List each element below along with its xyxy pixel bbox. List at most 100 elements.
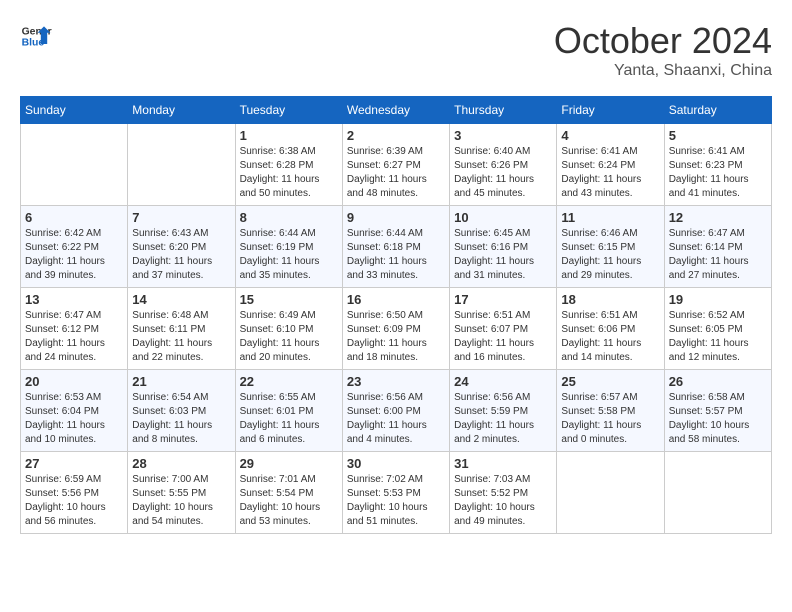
day-info: Sunrise: 6:57 AM Sunset: 5:58 PM Dayligh… bbox=[561, 391, 659, 447]
day-info: Sunrise: 6:47 AM Sunset: 6:14 PM Dayligh… bbox=[669, 227, 767, 283]
day-info: Sunrise: 6:51 AM Sunset: 6:06 PM Dayligh… bbox=[561, 309, 659, 365]
day-info: Sunrise: 7:03 AM Sunset: 5:52 PM Dayligh… bbox=[454, 473, 552, 529]
day-number: 15 bbox=[240, 292, 338, 307]
calendar-cell: 11 Sunrise: 6:46 AM Sunset: 6:15 PM Dayli… bbox=[557, 206, 664, 288]
day-info: Sunrise: 6:50 AM Sunset: 6:09 PM Dayligh… bbox=[347, 309, 445, 365]
day-number: 4 bbox=[561, 128, 659, 143]
day-info: Sunrise: 6:45 AM Sunset: 6:16 PM Dayligh… bbox=[454, 227, 552, 283]
day-of-week-header: Monday bbox=[128, 97, 235, 124]
day-number: 27 bbox=[25, 456, 123, 471]
day-number: 28 bbox=[132, 456, 230, 471]
day-number: 22 bbox=[240, 374, 338, 389]
calendar-week-row: 27 Sunrise: 6:59 AM Sunset: 5:56 PM Dayli… bbox=[21, 452, 772, 534]
calendar-cell: 15 Sunrise: 6:49 AM Sunset: 6:10 PM Dayli… bbox=[235, 288, 342, 370]
day-info: Sunrise: 6:51 AM Sunset: 6:07 PM Dayligh… bbox=[454, 309, 552, 365]
calendar-cell: 24 Sunrise: 6:56 AM Sunset: 5:59 PM Dayli… bbox=[450, 370, 557, 452]
day-info: Sunrise: 6:59 AM Sunset: 5:56 PM Dayligh… bbox=[25, 473, 123, 529]
day-number: 20 bbox=[25, 374, 123, 389]
calendar-cell: 7 Sunrise: 6:43 AM Sunset: 6:20 PM Daylig… bbox=[128, 206, 235, 288]
calendar-cell: 22 Sunrise: 6:55 AM Sunset: 6:01 PM Dayli… bbox=[235, 370, 342, 452]
day-number: 18 bbox=[561, 292, 659, 307]
calendar-cell: 13 Sunrise: 6:47 AM Sunset: 6:12 PM Dayli… bbox=[21, 288, 128, 370]
day-info: Sunrise: 6:48 AM Sunset: 6:11 PM Dayligh… bbox=[132, 309, 230, 365]
day-number: 7 bbox=[132, 210, 230, 225]
calendar-cell: 2Sunrise: 6:39 AM Sunset: 6:27 PM Daylig… bbox=[342, 124, 449, 206]
calendar-header-row: SundayMondayTuesdayWednesdayThursdayFrid… bbox=[21, 97, 772, 124]
day-info: Sunrise: 7:01 AM Sunset: 5:54 PM Dayligh… bbox=[240, 473, 338, 529]
day-number: 23 bbox=[347, 374, 445, 389]
day-number: 1 bbox=[240, 128, 338, 143]
day-info: Sunrise: 6:44 AM Sunset: 6:19 PM Dayligh… bbox=[240, 227, 338, 283]
calendar-cell: 16 Sunrise: 6:50 AM Sunset: 6:09 PM Dayli… bbox=[342, 288, 449, 370]
calendar-cell: 30 Sunrise: 7:02 AM Sunset: 5:53 PM Dayli… bbox=[342, 452, 449, 534]
day-number: 6 bbox=[25, 210, 123, 225]
calendar-cell: 23 Sunrise: 6:56 AM Sunset: 6:00 PM Dayli… bbox=[342, 370, 449, 452]
day-number: 21 bbox=[132, 374, 230, 389]
day-info: Sunrise: 6:58 AM Sunset: 5:57 PM Dayligh… bbox=[669, 391, 767, 447]
calendar-cell bbox=[664, 452, 771, 534]
title-section: October 2024 Yanta, Shaanxi, China bbox=[554, 20, 772, 80]
calendar-cell: 27 Sunrise: 6:59 AM Sunset: 5:56 PM Dayli… bbox=[21, 452, 128, 534]
day-number: 2 bbox=[347, 128, 445, 143]
calendar-cell: 9 Sunrise: 6:44 AM Sunset: 6:18 PM Daylig… bbox=[342, 206, 449, 288]
day-info: Sunrise: 6:41 AM Sunset: 6:24 PM Dayligh… bbox=[561, 145, 659, 201]
day-info: Sunrise: 7:02 AM Sunset: 5:53 PM Dayligh… bbox=[347, 473, 445, 529]
calendar-table: SundayMondayTuesdayWednesdayThursdayFrid… bbox=[20, 96, 772, 534]
day-info: Sunrise: 6:38 AM Sunset: 6:28 PM Dayligh… bbox=[240, 145, 338, 201]
day-of-week-header: Tuesday bbox=[235, 97, 342, 124]
day-info: Sunrise: 6:56 AM Sunset: 6:00 PM Dayligh… bbox=[347, 391, 445, 447]
day-number: 9 bbox=[347, 210, 445, 225]
calendar-cell: 29 Sunrise: 7:01 AM Sunset: 5:54 PM Dayli… bbox=[235, 452, 342, 534]
calendar-week-row: 1 Sunrise: 6:38 AM Sunset: 6:28 PM Daylig… bbox=[21, 124, 772, 206]
calendar-cell: 3 Sunrise: 6:40 AM Sunset: 6:26 PM Daylig… bbox=[450, 124, 557, 206]
calendar-cell: 20 Sunrise: 6:53 AM Sunset: 6:04 PM Dayli… bbox=[21, 370, 128, 452]
calendar-cell: 6 Sunrise: 6:42 AM Sunset: 6:22 PM Daylig… bbox=[21, 206, 128, 288]
day-number: 25 bbox=[561, 374, 659, 389]
day-of-week-header: Wednesday bbox=[342, 97, 449, 124]
day-number: 29 bbox=[240, 456, 338, 471]
day-info: Sunrise: 6:53 AM Sunset: 6:04 PM Dayligh… bbox=[25, 391, 123, 447]
day-info: Sunrise: 6:43 AM Sunset: 6:20 PM Dayligh… bbox=[132, 227, 230, 283]
calendar-cell: 26 Sunrise: 6:58 AM Sunset: 5:57 PM Dayli… bbox=[664, 370, 771, 452]
calendar-cell bbox=[21, 124, 128, 206]
day-number: 19 bbox=[669, 292, 767, 307]
day-number: 11 bbox=[561, 210, 659, 225]
calendar-cell: 19Sunrise: 6:52 AM Sunset: 6:05 PM Dayli… bbox=[664, 288, 771, 370]
logo: General Blue bbox=[20, 20, 52, 52]
day-info: Sunrise: 6:47 AM Sunset: 6:12 PM Dayligh… bbox=[25, 309, 123, 365]
calendar-cell: 14 Sunrise: 6:48 AM Sunset: 6:11 PM Dayli… bbox=[128, 288, 235, 370]
calendar-cell: 18 Sunrise: 6:51 AM Sunset: 6:06 PM Dayli… bbox=[557, 288, 664, 370]
day-info: Sunrise: 6:55 AM Sunset: 6:01 PM Dayligh… bbox=[240, 391, 338, 447]
day-info: Sunrise: 6:44 AM Sunset: 6:18 PM Dayligh… bbox=[347, 227, 445, 283]
location-subtitle: Yanta, Shaanxi, China bbox=[554, 62, 772, 80]
day-number: 24 bbox=[454, 374, 552, 389]
calendar-cell: 8Sunrise: 6:44 AM Sunset: 6:19 PM Daylig… bbox=[235, 206, 342, 288]
day-number: 17 bbox=[454, 292, 552, 307]
calendar-cell: 5Sunrise: 6:41 AM Sunset: 6:23 PM Daylig… bbox=[664, 124, 771, 206]
calendar-cell: 10Sunrise: 6:45 AM Sunset: 6:16 PM Dayli… bbox=[450, 206, 557, 288]
day-number: 13 bbox=[25, 292, 123, 307]
day-info: Sunrise: 6:49 AM Sunset: 6:10 PM Dayligh… bbox=[240, 309, 338, 365]
day-number: 16 bbox=[347, 292, 445, 307]
day-number: 14 bbox=[132, 292, 230, 307]
day-info: Sunrise: 7:00 AM Sunset: 5:55 PM Dayligh… bbox=[132, 473, 230, 529]
page-header: General Blue October 2024 Yanta, Shaanxi… bbox=[20, 20, 772, 80]
day-number: 30 bbox=[347, 456, 445, 471]
day-info: Sunrise: 6:46 AM Sunset: 6:15 PM Dayligh… bbox=[561, 227, 659, 283]
day-number: 3 bbox=[454, 128, 552, 143]
calendar-cell: 21 Sunrise: 6:54 AM Sunset: 6:03 PM Dayli… bbox=[128, 370, 235, 452]
day-info: Sunrise: 6:42 AM Sunset: 6:22 PM Dayligh… bbox=[25, 227, 123, 283]
calendar-cell bbox=[557, 452, 664, 534]
day-info: Sunrise: 6:54 AM Sunset: 6:03 PM Dayligh… bbox=[132, 391, 230, 447]
day-number: 26 bbox=[669, 374, 767, 389]
day-info: Sunrise: 6:40 AM Sunset: 6:26 PM Dayligh… bbox=[454, 145, 552, 201]
calendar-week-row: 13 Sunrise: 6:47 AM Sunset: 6:12 PM Dayli… bbox=[21, 288, 772, 370]
day-info: Sunrise: 6:56 AM Sunset: 5:59 PM Dayligh… bbox=[454, 391, 552, 447]
calendar-cell: 28 Sunrise: 7:00 AM Sunset: 5:55 PM Dayli… bbox=[128, 452, 235, 534]
calendar-cell: 25 Sunrise: 6:57 AM Sunset: 5:58 PM Dayli… bbox=[557, 370, 664, 452]
day-number: 12 bbox=[669, 210, 767, 225]
day-number: 5 bbox=[669, 128, 767, 143]
calendar-cell: 31Sunrise: 7:03 AM Sunset: 5:52 PM Dayli… bbox=[450, 452, 557, 534]
month-title: October 2024 bbox=[554, 20, 772, 62]
calendar-cell: 12 Sunrise: 6:47 AM Sunset: 6:14 PM Dayli… bbox=[664, 206, 771, 288]
